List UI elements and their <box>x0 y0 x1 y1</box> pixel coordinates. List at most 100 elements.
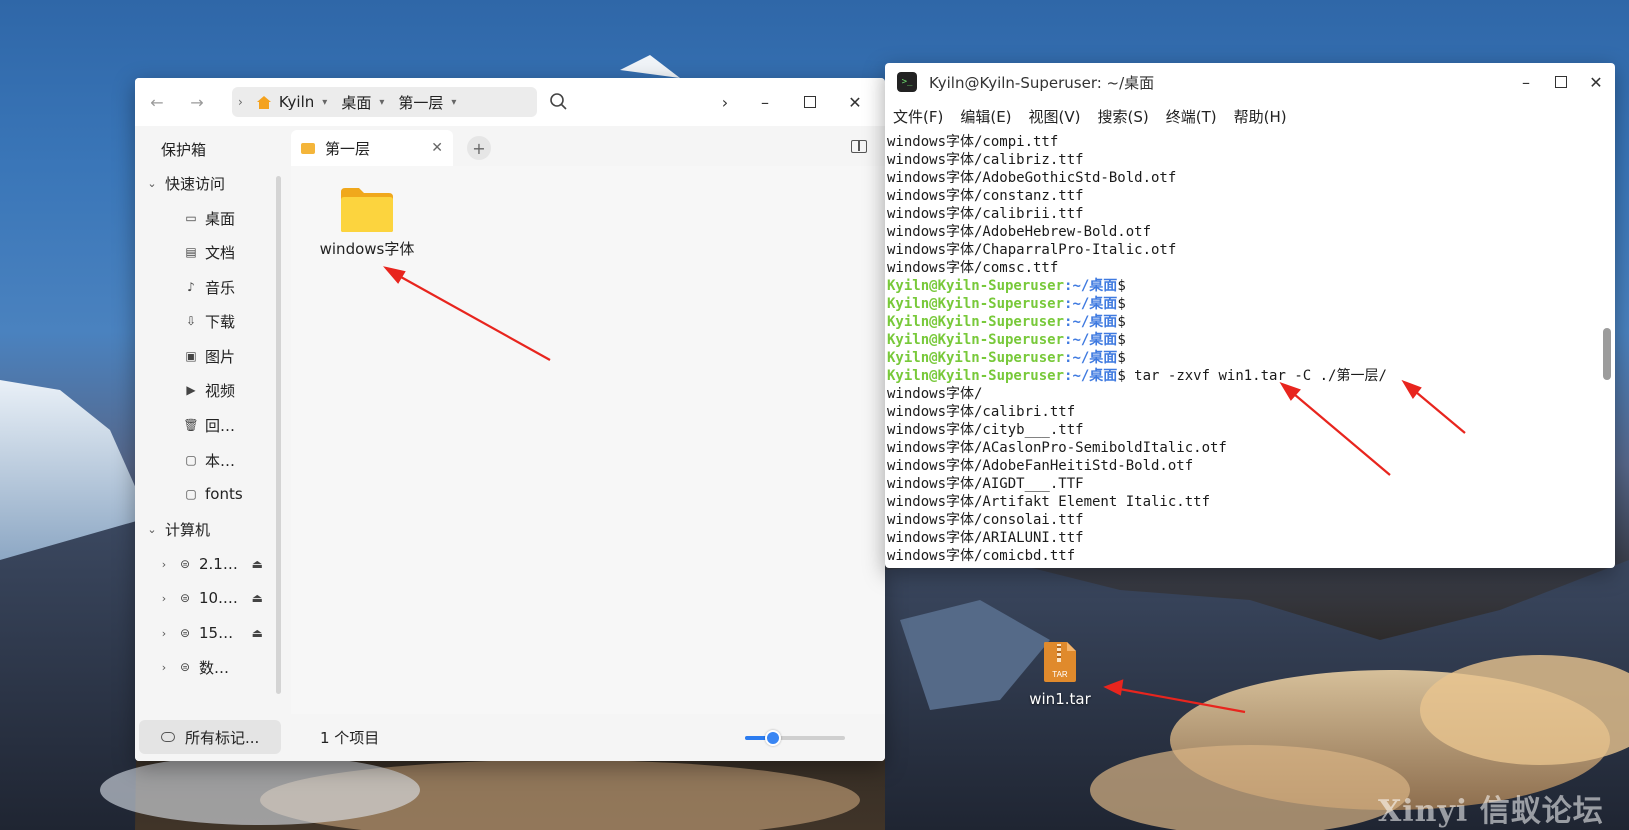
breadcrumb: › Kyiln ▾ 桌面 ▾ 第一层 ▾ <box>232 87 537 117</box>
minimize-button[interactable]: – <box>745 78 785 126</box>
minimize-button[interactable]: – <box>1509 63 1543 101</box>
eject-icon[interactable]: ⏏ <box>252 626 263 640</box>
sidebar-item-drive[interactable]: › ⊜ 2.1… ⏏ <box>135 547 285 581</box>
chevron-down-icon: ⌄ <box>147 522 157 536</box>
desktop-file-win1-tar[interactable]: TAR win1.tar <box>1025 640 1095 708</box>
terminal-prompt-line: Kyiln@Kyiln-Superuser:~/桌面$ <box>887 313 1599 331</box>
sidebar-item-music[interactable]: ♪ 音乐 <box>135 270 285 304</box>
chevron-right-icon: › <box>161 660 167 674</box>
menu-edit[interactable]: 编辑(E) <box>960 106 1011 127</box>
home-icon <box>256 95 271 109</box>
prompt-path: :~/桌面 <box>1064 296 1118 312</box>
music-icon: ♪ <box>187 280 195 294</box>
desktop-file-label: win1.tar <box>1029 690 1091 708</box>
tab-current[interactable]: 第一层 ✕ <box>291 130 453 166</box>
terminal-line: windows字体/ <box>887 386 983 402</box>
prompt-user: Kyiln@Kyiln-Superuser <box>887 278 1065 294</box>
eject-icon[interactable]: ⏏ <box>252 557 263 571</box>
close-button[interactable]: ✕ <box>1579 63 1613 101</box>
terminal-output[interactable]: windows字体/compi.ttf windows字体/calibriz.tt… <box>887 133 1599 568</box>
close-icon[interactable]: ✕ <box>431 140 443 156</box>
breadcrumb-current[interactable]: 第一层 ▾ <box>398 92 456 113</box>
prompt-path: :~/桌面 <box>1064 278 1118 294</box>
desktop-icon: ▭ <box>185 211 197 225</box>
zoom-slider[interactable] <box>745 730 845 746</box>
menu-help[interactable]: 帮助(H) <box>1234 106 1287 127</box>
drive-icon: ⊜ <box>179 660 191 674</box>
all-tags-label: 所有标记... <box>185 728 260 747</box>
menu-file[interactable]: 文件(F) <box>893 106 943 127</box>
sidebar-item-documents[interactable]: ▤ 文档 <box>135 235 285 269</box>
menu-search[interactable]: 搜索(S) <box>1098 106 1149 127</box>
drive-icon: ⊜ <box>179 591 191 605</box>
prompt-user: Kyiln@Kyiln-Superuser <box>887 350 1065 366</box>
menu-terminal[interactable]: 终端(T) <box>1166 106 1217 127</box>
sidebar-item-label: fonts <box>205 485 243 503</box>
forward-button[interactable]: → <box>177 78 217 126</box>
breadcrumb-desktop[interactable]: 桌面 ▾ <box>341 92 384 113</box>
sidebar-item-label: 下载 <box>205 312 236 331</box>
terminal-line: windows字体/AdobeGothicStd-Bold.otf <box>887 170 1177 186</box>
chevron-right-icon[interactable]: › <box>238 95 243 109</box>
prompt-user: Kyiln@Kyiln-Superuser <box>887 314 1065 330</box>
sidebar-item-fonts[interactable]: ▢ fonts <box>135 477 285 511</box>
main-view: 第一层 ✕ + windows字体 1 个项目 <box>287 126 885 761</box>
maximize-button[interactable] <box>790 78 830 126</box>
prompt-user: Kyiln@Kyiln-Superuser <box>887 332 1065 348</box>
picture-icon: ▣ <box>185 349 197 363</box>
sidebar-item-desktop[interactable]: ▭ 桌面 <box>135 201 285 235</box>
sidebar-section-computer[interactable]: ⌄ 计算机 <box>135 512 285 546</box>
sidebar-item-pictures[interactable]: ▣ 图片 <box>135 339 285 373</box>
sidebar-item-trash[interactable]: 🗑 回… <box>135 408 285 442</box>
breadcrumb-home[interactable]: Kyiln ▾ <box>247 93 327 111</box>
chevron-right-icon[interactable]: › <box>705 78 745 126</box>
drive-icon: ⊜ <box>179 626 191 640</box>
search-icon[interactable] <box>547 90 571 114</box>
menu-view[interactable]: 视图(V) <box>1029 106 1081 127</box>
maximize-button[interactable] <box>1544 63 1578 101</box>
svg-text:TAR: TAR <box>1052 670 1068 679</box>
watermark-logo: Xinyi 信蚁论坛 <box>1378 794 1604 829</box>
back-button[interactable]: ← <box>137 78 177 126</box>
sidebar-item-local[interactable]: ▢ 本… <box>135 443 285 477</box>
maximize-icon <box>804 96 816 108</box>
terminal-scrollbar[interactable] <box>1603 328 1611 380</box>
terminal-icon: >_ <box>897 72 917 92</box>
drive-icon: ⊜ <box>179 557 191 571</box>
terminal-line: windows字体/consolai.ttf <box>887 512 1084 528</box>
sidebar-item-videos[interactable]: ▶ 视频 <box>135 373 285 407</box>
breadcrumb-label: 桌面 <box>341 93 372 112</box>
sidebar-item-drive[interactable]: › ⊜ 10.… ⏏ <box>135 581 285 615</box>
sidebar-section-quick-access[interactable]: ⌄ 快速访问 <box>135 166 285 200</box>
zoom-slider-thumb[interactable] <box>765 730 781 746</box>
folder-icon: ▢ <box>185 487 197 501</box>
sidebar-item-downloads[interactable]: ⇩ 下载 <box>135 304 285 338</box>
status-bar: 1 个项目 <box>287 714 885 761</box>
terminal-line: windows字体/calibriz.ttf <box>887 152 1084 168</box>
prompt-command: $ <box>1117 296 1126 312</box>
terminal-line: windows字体/cityb___.ttf <box>887 422 1084 438</box>
sidebar-item-drive[interactable]: › ⊜ 数… <box>135 650 285 684</box>
folder-name: windows字体 <box>319 240 415 258</box>
sidebar-item-label: 15… <box>199 624 234 642</box>
eject-icon[interactable]: ⏏ <box>252 591 263 605</box>
sidebar-scrollbar[interactable] <box>276 176 281 694</box>
document-icon: ▤ <box>185 245 197 259</box>
file-manager-window: ← → › Kyiln ▾ 桌面 ▾ 第一层 ▾ › – ✕ 保护箱 ⌄ 快速访… <box>135 78 885 761</box>
sidebar-item-label: 图片 <box>205 347 236 366</box>
sidebar-item-vault[interactable]: 保护箱 <box>135 132 285 166</box>
add-tab-button[interactable]: + <box>467 136 491 160</box>
all-tags-button[interactable]: 所有标记... <box>139 720 281 754</box>
sidebar-section-label: 快速访问 <box>165 174 226 193</box>
chevron-right-icon: › <box>161 557 167 571</box>
folder-item[interactable]: windows字体 <box>317 186 417 259</box>
terminal-prompt-line: Kyiln@Kyiln-Superuser:~/桌面$ <box>887 331 1599 349</box>
prompt-user: Kyiln@Kyiln-Superuser <box>887 296 1065 312</box>
view-mode-icon[interactable] <box>851 140 867 153</box>
terminal-titlebar: >_ Kyiln@Kyiln-Superuser: ~/桌面 – ✕ <box>885 63 1615 101</box>
chevron-down-icon: ▾ <box>379 96 385 108</box>
close-button[interactable]: ✕ <box>835 78 875 126</box>
arrow-left-icon: ← <box>150 92 164 112</box>
terminal-line: windows字体/AdobeFanHeitiStd-Bold.otf <box>887 458 1194 474</box>
sidebar-item-drive[interactable]: › ⊜ 15… ⏏ <box>135 616 285 650</box>
